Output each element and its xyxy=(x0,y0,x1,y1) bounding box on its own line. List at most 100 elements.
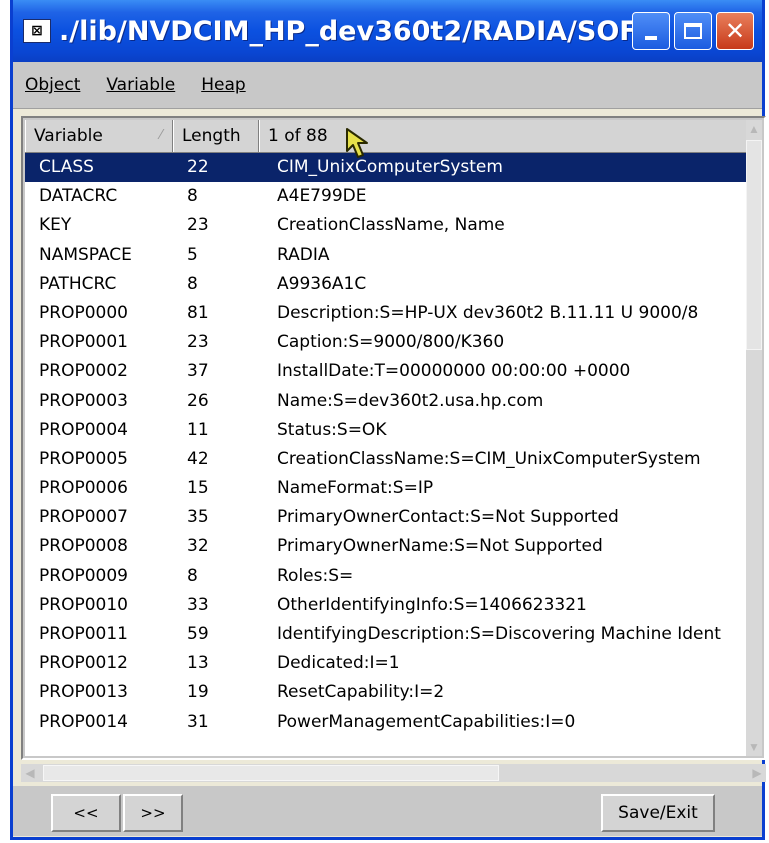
cell-length: 42 xyxy=(187,448,209,469)
scroll-left-icon[interactable]: ◀ xyxy=(21,764,39,782)
save-exit-button[interactable]: Save/Exit xyxy=(601,794,715,832)
cell-variable: KEY xyxy=(39,215,72,236)
horizontal-scroll-thumb[interactable] xyxy=(43,765,499,781)
vertical-scrollbar[interactable]: ▲ ▼ xyxy=(746,120,762,756)
cell-length: 35 xyxy=(187,507,209,528)
table-row[interactable]: KEY 23 CreationClassName, Name xyxy=(25,211,746,240)
cell-value: PrimaryOwnerContact:S=Not Supported xyxy=(277,507,619,528)
cell-value: Dedicated:I=1 xyxy=(277,653,400,674)
horizontal-scrollbar[interactable]: ◀ ▶ xyxy=(21,764,766,782)
cell-value: PowerManagementCapabilities:I=0 xyxy=(277,711,576,732)
column-header-value-label: 1 of 88 xyxy=(268,126,328,146)
next-button[interactable]: >> xyxy=(123,794,183,832)
table-row[interactable]: PROP0007 35 PrimaryOwnerContact:S=Not Supp… xyxy=(25,503,746,532)
close-button[interactable]: ✕ xyxy=(716,12,754,50)
cell-value: ResetCapability:I=2 xyxy=(277,682,445,703)
cell-length: 32 xyxy=(187,536,209,557)
table-viewport: Variable ⁄ Length 1 of 88 CLASS 22 CIM_Uni… xyxy=(25,120,746,756)
cell-variable: PATHCRC xyxy=(39,273,117,294)
application-window: ⊠ ./lib/NVDCIM_HP_dev360t2/RADIA/SOFTWA.… xyxy=(10,0,766,840)
close-icon: ✕ xyxy=(724,17,746,45)
sort-indicator-icon: ⁄ xyxy=(159,128,162,143)
table-row[interactable]: PROP0000 81 Description:S=HP-UX dev360t2 B… xyxy=(25,299,746,328)
window-title: ./lib/NVDCIM_HP_dev360t2/RADIA/SOFTWA... xyxy=(59,15,632,47)
table-row[interactable]: PROP0011 59 IdentifyingDescription:S=Disco… xyxy=(25,620,746,649)
cell-variable: PROP0000 xyxy=(39,302,128,323)
maximize-button[interactable] xyxy=(674,12,712,50)
column-header-variable[interactable]: Variable ⁄ xyxy=(25,120,173,152)
table-row[interactable]: PROP0009 8 Roles:S= xyxy=(25,562,746,591)
table-row[interactable]: NAMSPACE 5 RADIA xyxy=(25,241,746,270)
cell-length: 15 xyxy=(187,478,209,499)
table-row[interactable]: CLASS 22 CIM_UnixComputerSystem xyxy=(25,153,746,183)
cell-length: 22 xyxy=(187,157,209,177)
cell-variable: NAMSPACE xyxy=(39,244,132,265)
minimize-button[interactable] xyxy=(632,12,670,50)
cell-length: 8 xyxy=(187,273,198,294)
table-row[interactable]: DATACRC 8 A4E799DE xyxy=(25,182,746,211)
table-row[interactable]: PROP0001 23 Caption:S=9000/800/K360 xyxy=(25,328,746,357)
scroll-up-icon[interactable]: ▲ xyxy=(746,120,762,138)
table-row[interactable]: PATHCRC 8 A9936A1C xyxy=(25,270,746,299)
cell-variable: PROP0008 xyxy=(39,536,128,557)
cell-length: 5 xyxy=(187,244,198,265)
menu-bar: Object Variable Heap xyxy=(13,62,762,109)
cell-value: InstallDate:T=00000000 00:00:00 +0000 xyxy=(277,361,631,382)
scroll-down-icon[interactable]: ▼ xyxy=(746,738,762,756)
title-bar[interactable]: ⊠ ./lib/NVDCIM_HP_dev360t2/RADIA/SOFTWA.… xyxy=(13,0,762,62)
scroll-right-icon[interactable]: ▶ xyxy=(748,764,766,782)
column-header-value[interactable]: 1 of 88 xyxy=(259,120,746,152)
cell-value: CIM_UnixComputerSystem xyxy=(277,157,503,177)
cell-value: Caption:S=9000/800/K360 xyxy=(277,332,505,353)
table-row[interactable]: PROP0006 15 NameFormat:S=IP xyxy=(25,474,746,503)
cell-length: 8 xyxy=(187,565,198,586)
cell-length: 37 xyxy=(187,361,209,382)
cell-length: 26 xyxy=(187,390,209,411)
cell-length: 13 xyxy=(187,653,209,674)
cell-length: 31 xyxy=(187,711,209,732)
cell-variable: PROP0002 xyxy=(39,361,128,382)
cell-variable: PROP0006 xyxy=(39,478,128,499)
cell-variable: PROP0009 xyxy=(39,565,128,586)
table-row[interactable]: PROP0008 32 PrimaryOwnerName:S=Not Support… xyxy=(25,532,746,561)
cell-value: Status:S=OK xyxy=(277,419,387,440)
column-header-length[interactable]: Length xyxy=(173,120,259,152)
menu-object[interactable]: Object xyxy=(25,71,80,99)
table-row[interactable]: PROP0012 13 Dedicated:I=1 xyxy=(25,649,746,678)
menu-heap[interactable]: Heap xyxy=(201,71,245,99)
bottom-toolbar: << >> Save/Exit xyxy=(13,786,762,836)
cell-variable: DATACRC xyxy=(39,186,118,207)
mouse-cursor-icon xyxy=(346,128,368,158)
table-row[interactable]: PROP0003 26 Name:S=dev360t2.usa.hp.com xyxy=(25,387,746,416)
cell-length: 33 xyxy=(187,594,209,615)
cell-value: CreationClassName, Name xyxy=(277,215,505,236)
cell-variable: PROP0011 xyxy=(39,624,128,644)
app-window-icon[interactable]: ⊠ xyxy=(23,19,51,43)
column-header-length-label: Length xyxy=(182,126,241,146)
cell-length: 23 xyxy=(187,332,209,353)
table-row[interactable]: PROP0010 33 OtherIdentifyingInfo:S=1406623… xyxy=(25,591,746,620)
table-row[interactable]: PROP0005 42 CreationClassName:S=CIM_UnixCo… xyxy=(25,445,746,474)
table-row[interactable]: PROP0002 37 InstallDate:T=00000000 00:00:0… xyxy=(25,357,746,386)
cell-value: Roles:S= xyxy=(277,565,354,586)
table-row[interactable]: PROP0014 31 PowerManagementCapabilities:I=… xyxy=(25,708,746,737)
table-body: CLASS 22 CIM_UnixComputerSystem DATACRC 8 A4E… xyxy=(25,153,746,737)
cell-value: NameFormat:S=IP xyxy=(277,478,434,499)
cell-length: 8 xyxy=(187,186,198,207)
cell-length: 23 xyxy=(187,215,209,236)
cell-value: RADIA xyxy=(277,244,330,265)
table-row[interactable]: PROP0004 11 Status:S=OK xyxy=(25,416,746,445)
cell-length: 59 xyxy=(187,624,209,644)
cell-value: Description:S=HP-UX dev360t2 B.11.11 U 9… xyxy=(277,302,699,323)
cell-value: OtherIdentifyingInfo:S=1406623321 xyxy=(277,594,587,615)
cell-value: Name:S=dev360t2.usa.hp.com xyxy=(277,390,544,411)
table-row[interactable]: PROP0013 19 ResetCapability:I=2 xyxy=(25,678,746,707)
menu-variable-label: Variable xyxy=(106,75,176,95)
cell-variable: PROP0013 xyxy=(39,682,128,703)
menu-variable[interactable]: Variable xyxy=(106,71,175,99)
cell-value: IdentifyingDescription:S=Discovering Mac… xyxy=(277,624,721,644)
cell-variable: PROP0007 xyxy=(39,507,128,528)
cell-variable: PROP0004 xyxy=(39,419,128,440)
previous-button[interactable]: << xyxy=(51,794,121,832)
vertical-scroll-thumb[interactable] xyxy=(746,140,762,350)
